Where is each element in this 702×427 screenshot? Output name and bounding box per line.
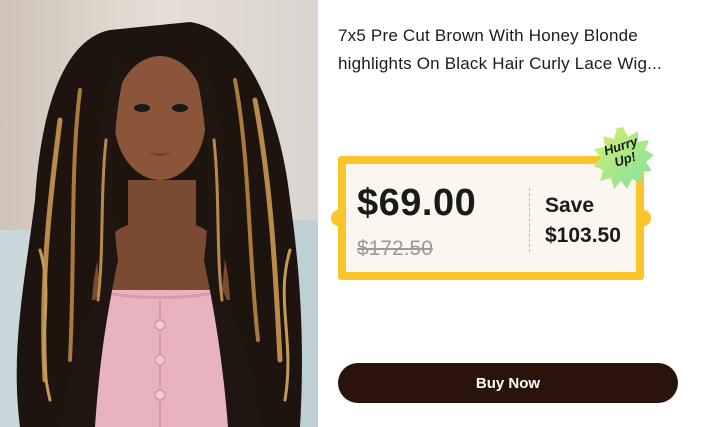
product-info: 7x5 Pre Cut Brown With Honey Blonde high… — [318, 0, 702, 427]
product-title[interactable]: 7x5 Pre Cut Brown With Honey Blonde high… — [338, 22, 683, 78]
sale-price: $69.00 — [357, 182, 477, 224]
coupon-divider — [529, 188, 530, 252]
hurry-up-badge: Hurry Up! — [590, 125, 656, 191]
buy-now-button[interactable]: Buy Now — [338, 363, 678, 403]
product-card: 7x5 Pre Cut Brown With Honey Blonde high… — [0, 0, 702, 427]
coupon-notch-left — [331, 210, 345, 226]
original-price: $172.50 — [357, 237, 433, 260]
coupon-notch-right — [637, 210, 651, 226]
product-image[interactable] — [0, 0, 318, 427]
save-label: Save — [545, 194, 595, 217]
save-amount: $103.50 — [545, 224, 621, 247]
model-illustration — [0, 0, 318, 427]
product-title-line-2: highlights On Black Hair Curly Lace Wig.… — [338, 54, 662, 73]
product-title-line-1: 7x5 Pre Cut Brown With Honey Blonde — [338, 26, 638, 45]
